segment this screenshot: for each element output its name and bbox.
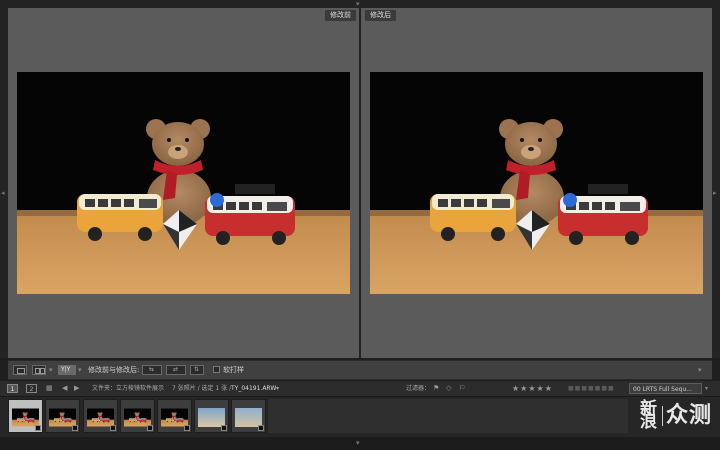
watermark-logo: 新浪众测 <box>639 399 712 432</box>
filter-label: 过滤器： <box>406 385 431 392</box>
photo-count: 7 张照片 / 选定 1 张 / <box>172 385 232 392</box>
triangle-left-icon[interactable]: ◂ <box>1 189 5 197</box>
thumbnail-3[interactable] <box>83 399 118 433</box>
compare-view-button[interactable] <box>32 365 46 375</box>
soft-proof-checkbox[interactable] <box>213 366 220 373</box>
soft-proof-label: 软打样 <box>223 366 244 374</box>
before-after-label: 修改前与修改后: <box>88 366 140 374</box>
thumbnail-2[interactable] <box>45 399 80 433</box>
edit-badge-icon <box>184 425 190 431</box>
filter-preset-select[interactable]: 00 LRTS Full Sequ... <box>629 383 702 394</box>
secondary-display-button[interactable]: 2 <box>26 384 37 393</box>
loupe-icon <box>17 368 25 374</box>
flag-reject-icon[interactable]: ⚐ <box>459 384 465 393</box>
watermark-divider <box>661 406 663 426</box>
back-arrow-icon[interactable]: ◀ <box>62 384 67 393</box>
triangle-right-icon[interactable]: ▸ <box>713 189 717 197</box>
toolbar: ▾ Y|Y ▾ 修改前与修改后: ⇆ ⇄ ⇅ 软打样 ▾ <box>8 360 712 380</box>
chevron-down-icon[interactable]: ▾ <box>49 365 53 375</box>
swap-arrows-icon-2: ⇄ <box>173 366 179 373</box>
filename-chevron-icon[interactable]: ▾ <box>276 384 279 393</box>
swap-arrows-icon: ⇆ <box>149 366 155 373</box>
triangle-down-icon-bottom[interactable]: ▾ <box>356 439 360 447</box>
toolbar-menu-chevron-icon[interactable]: ▾ <box>698 365 702 375</box>
grid-icon[interactable]: ▦ <box>46 384 53 393</box>
filmstrip <box>0 397 720 437</box>
swap-button[interactable]: ⇅ <box>190 365 204 375</box>
thumbnail-1[interactable] <box>8 399 43 433</box>
copy-before-to-after-button[interactable]: ⇆ <box>142 365 162 375</box>
current-filename[interactable]: TY_04191.ARW <box>231 384 276 393</box>
source-breadcrumb[interactable]: 文件夹：立方棱镜软件展示 <box>92 384 164 393</box>
after-photo[interactable] <box>370 72 703 294</box>
before-after-yy-button[interactable]: Y|Y <box>58 365 76 375</box>
color-label-filter-icon[interactable]: ■■■■■■■ <box>568 383 615 394</box>
watermark-line: 新浪 <box>639 399 658 432</box>
chevron-down-icon-2[interactable]: ▾ <box>78 365 82 375</box>
thumbnail-5[interactable] <box>157 399 192 433</box>
after-pane[interactable]: 修改后 <box>361 8 712 358</box>
compare-icon-right <box>40 368 45 374</box>
yy-icon: Y|Y <box>61 366 71 373</box>
primary-display-button[interactable]: 1 <box>7 384 18 393</box>
forward-arrow-icon[interactable]: ▶ <box>74 384 79 393</box>
edit-badge-icon <box>221 425 227 431</box>
copy-after-to-before-button[interactable]: ⇄ <box>166 365 186 375</box>
edit-badge-icon <box>110 425 116 431</box>
triangle-down-icon[interactable]: ▾ <box>356 0 360 8</box>
loupe-view-button[interactable] <box>13 365 27 375</box>
filmstrip-empty-area <box>268 399 628 433</box>
filmstrip-header: 1 2 ▦ ◀ ▶ 文件夹：立方棱镜软件展示 7 张照片 / 选定 1 张 / … <box>0 381 720 397</box>
watermark-text: 众测 <box>665 403 712 428</box>
swap-icon: ⇅ <box>194 366 200 373</box>
thumbnail-4[interactable] <box>120 399 155 433</box>
before-label: 修改前 <box>325 10 356 21</box>
edit-badge-icon <box>258 425 264 431</box>
after-label: 修改后 <box>365 10 396 21</box>
rating-filter-stars[interactable]: ★★★★★ <box>512 383 553 394</box>
before-photo[interactable] <box>17 72 350 294</box>
edit-badge-icon <box>35 425 41 431</box>
flag-neutral-icon[interactable]: ◇ <box>446 384 451 393</box>
bottom-panel-edge[interactable]: ▾ <box>0 437 720 450</box>
left-panel-edge[interactable]: ◂ <box>0 8 8 358</box>
edit-badge-icon <box>72 425 78 431</box>
top-panel-edge[interactable]: ▾ <box>0 0 720 8</box>
flag-pick-icon[interactable]: ⚑ <box>433 384 439 393</box>
before-pane[interactable]: 修改前 <box>8 8 359 358</box>
right-panel-edge[interactable]: ▸ <box>712 8 720 358</box>
thumbnail-6[interactable] <box>194 399 229 433</box>
thumbnail-7[interactable] <box>231 399 266 433</box>
edit-badge-icon <box>147 425 153 431</box>
lock-icon[interactable]: ▾ <box>705 384 708 393</box>
